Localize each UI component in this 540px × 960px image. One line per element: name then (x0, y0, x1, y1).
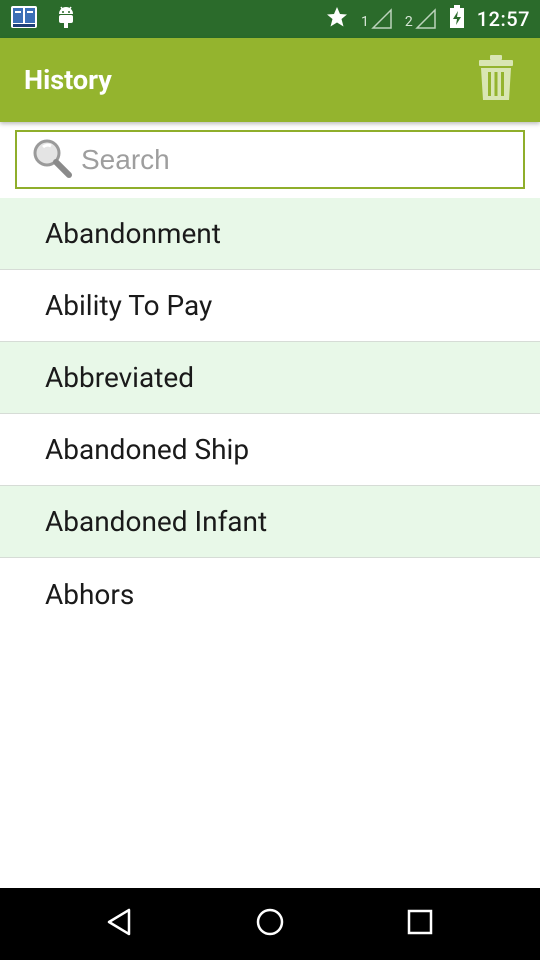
status-clock: 12:57 (476, 7, 530, 31)
star-icon (325, 5, 349, 33)
list-item[interactable]: Abandoned Infant (0, 486, 540, 558)
signal-icon: 1 (361, 8, 393, 30)
list-item[interactable]: Ability To Pay (0, 270, 540, 342)
recents-icon (407, 909, 433, 939)
list-item[interactable]: Abandonment (0, 198, 540, 270)
list-item-label: Abhors (45, 577, 135, 611)
page-title: History (24, 64, 112, 96)
battery-charging-icon (449, 5, 465, 33)
back-icon (105, 907, 135, 941)
recents-button[interactable] (390, 894, 450, 954)
list-item[interactable]: Abhors (0, 558, 540, 630)
navigation-bar (0, 888, 540, 960)
trash-icon (478, 54, 514, 106)
sim1-label: 1 (361, 14, 369, 30)
clear-history-button[interactable] (476, 55, 516, 105)
list-item-label: Abandonment (45, 217, 221, 250)
android-debug-icon (56, 4, 76, 34)
signal-icon: 2 (405, 8, 437, 30)
list-item[interactable]: Abbreviated (0, 342, 540, 414)
search-icon (29, 136, 73, 184)
sim2-label: 2 (404, 14, 413, 30)
back-button[interactable] (90, 894, 150, 954)
app-bar: History (0, 38, 540, 122)
search-input[interactable] (81, 143, 521, 176)
list-item-label: Abandoned Ship (45, 433, 250, 466)
list-item-label: Ability To Pay (45, 289, 213, 322)
status-bar: 1 2 12:57 (0, 0, 540, 38)
list-item[interactable]: Abandoned Ship (0, 414, 540, 486)
dictionary-app-icon (10, 4, 38, 34)
home-button[interactable] (240, 894, 300, 954)
search-box[interactable] (15, 130, 525, 189)
history-list: Abandonment Ability To Pay Abbreviated A… (0, 198, 540, 630)
list-item-label: Abandoned Infant (45, 505, 268, 538)
home-icon (255, 907, 285, 941)
list-item-label: Abbreviated (45, 361, 195, 394)
